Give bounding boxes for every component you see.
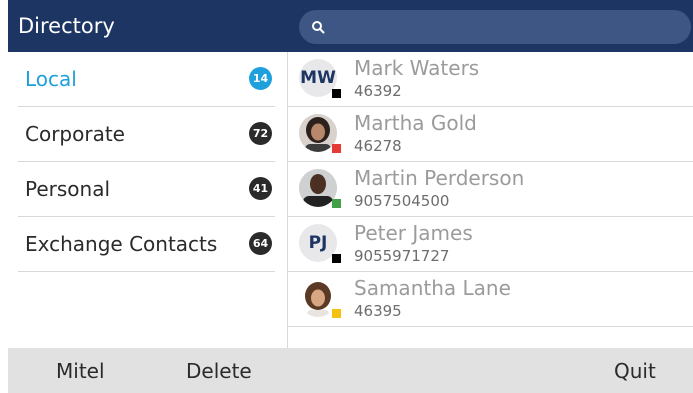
directory-menu: Local 14 Corporate 72 Personal 41 Exchan… xyxy=(8,52,288,348)
header-bar: Directory xyxy=(8,0,693,52)
contact-number: 46392 xyxy=(354,82,402,100)
contact-row[interactable]: Samantha Lane 46395 xyxy=(288,272,693,327)
mitel-softkey[interactable]: Mitel xyxy=(56,359,105,383)
contact-row[interactable]: MW Mark Waters 46392 xyxy=(288,52,693,107)
count-badge: 41 xyxy=(249,177,272,200)
menu-item-corporate[interactable]: Corporate 72 xyxy=(18,107,275,162)
presence-status-icon xyxy=(332,309,341,318)
contact-number: 46278 xyxy=(354,137,402,155)
search-input[interactable] xyxy=(299,10,691,44)
contact-row[interactable]: Martha Gold 46278 xyxy=(288,107,693,162)
contact-row[interactable]: PJ Peter James 9055971727 xyxy=(288,217,693,272)
delete-softkey[interactable]: Delete xyxy=(186,359,252,383)
contact-number: 46395 xyxy=(354,302,402,320)
contact-name: Mark Waters xyxy=(354,56,480,80)
softkey-bar: Mitel Delete Quit xyxy=(8,348,693,393)
menu-item-label: Exchange Contacts xyxy=(25,232,218,256)
menu-item-label: Local xyxy=(25,67,77,91)
count-badge: 72 xyxy=(249,122,272,145)
menu-item-local[interactable]: Local 14 xyxy=(18,52,275,107)
contact-name: Martha Gold xyxy=(354,111,477,135)
contact-name: Peter James xyxy=(354,221,473,245)
contact-row[interactable]: Martin Perderson 9057504500 xyxy=(288,162,693,217)
menu-item-personal[interactable]: Personal 41 xyxy=(18,162,275,217)
quit-softkey[interactable]: Quit xyxy=(614,359,656,383)
menu-item-label: Personal xyxy=(25,177,111,201)
presence-status-icon xyxy=(332,199,341,208)
contact-number: 9055971727 xyxy=(354,247,450,265)
avatar-initials: MW xyxy=(300,68,336,88)
search-icon xyxy=(312,21,325,34)
presence-status-icon xyxy=(332,254,341,263)
presence-status-icon xyxy=(332,89,341,98)
count-badge: 14 xyxy=(249,67,272,90)
avatar-initials: PJ xyxy=(308,233,328,253)
contact-number: 9057504500 xyxy=(354,192,450,210)
contact-name: Samantha Lane xyxy=(354,276,511,300)
directory-screen: Directory Local 14 Corporate 72 Personal… xyxy=(0,0,693,393)
count-badge: 64 xyxy=(249,232,272,255)
presence-status-icon xyxy=(332,144,341,153)
contact-list: MW Mark Waters 46392 Martha Gold 46278 M… xyxy=(288,52,693,348)
menu-item-label: Corporate xyxy=(25,122,125,146)
contact-name: Martin Perderson xyxy=(354,166,525,190)
page-title: Directory xyxy=(18,14,115,38)
menu-item-exchange-contacts[interactable]: Exchange Contacts 64 xyxy=(18,217,275,272)
